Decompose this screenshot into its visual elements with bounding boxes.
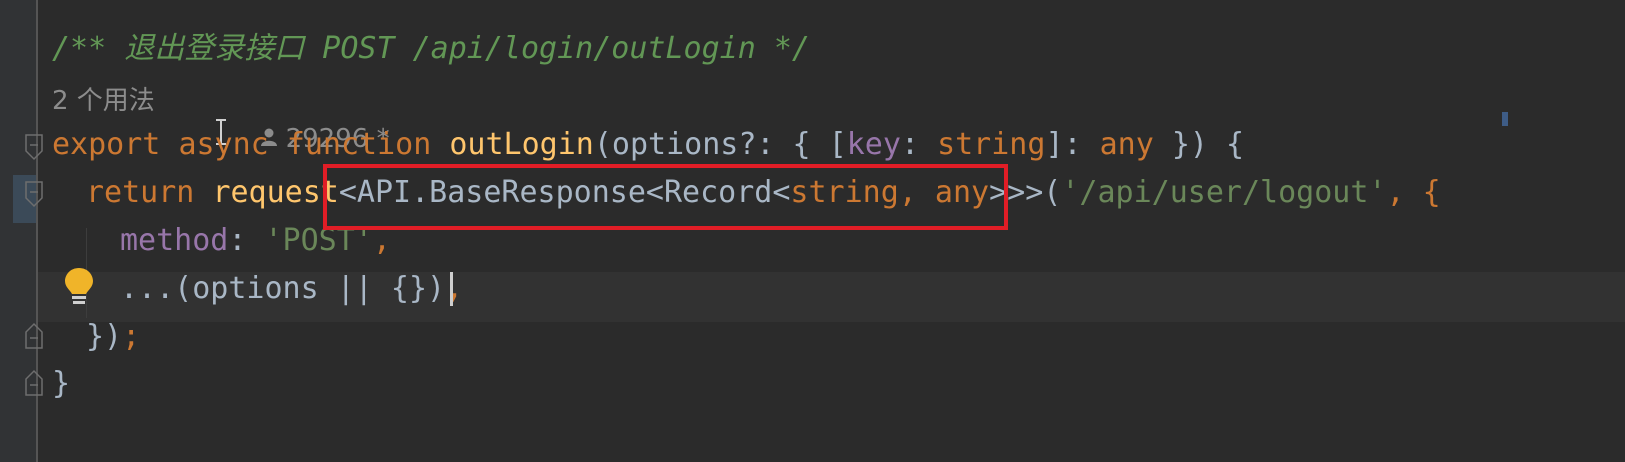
doc-comment: /** 退出登录接口 POST /api/login/outLogin */	[52, 31, 810, 66]
text-caret	[450, 272, 453, 306]
method-colon: :	[228, 223, 265, 258]
generic-close: >>>	[989, 175, 1044, 210]
generic-string: string	[790, 175, 899, 210]
lightbulb-icon[interactable]	[62, 266, 96, 306]
spread-comma: ,	[445, 271, 464, 306]
close-brace: }	[52, 366, 71, 401]
code-line-function-signature[interactable]: export async function outLogin(options?:…	[52, 126, 1244, 164]
params-bracket: ]:	[1045, 127, 1100, 162]
fold-icon[interactable]	[24, 133, 44, 161]
usages-hint[interactable]: 2 个用法	[52, 82, 155, 120]
index-key: key	[846, 127, 901, 162]
code-line-return[interactable]: return request<API.BaseResponse<Record<s…	[86, 174, 1441, 212]
call-tail: , {	[1386, 175, 1441, 210]
call-paren: (	[1043, 175, 1062, 210]
method-value: 'POST'	[264, 223, 373, 258]
type-string: string	[937, 127, 1046, 162]
spread-options: ...(options || {})	[120, 271, 446, 306]
params-colon: :	[900, 127, 938, 162]
function-name: outLogin	[449, 127, 594, 162]
code-line-close-function[interactable]: }	[52, 365, 70, 403]
params-close: }) {	[1153, 127, 1245, 162]
fold-icon[interactable]	[24, 180, 44, 208]
params-open: (options?: { [	[593, 127, 847, 162]
property-method: method	[120, 223, 229, 258]
code-line-close-call[interactable]: });	[86, 318, 140, 356]
fold-icon[interactable]	[24, 369, 44, 397]
function-request: request	[212, 175, 339, 210]
semicolon: ;	[122, 319, 141, 354]
type-any: any	[1099, 127, 1154, 162]
scrollbar-marker[interactable]	[1502, 112, 1508, 126]
generic-any: any	[934, 175, 990, 210]
code-line-method[interactable]: method: 'POST',	[120, 222, 391, 260]
code-line-spread[interactable]: ...(options || {}),	[120, 270, 463, 308]
keyword-export: export	[52, 127, 161, 162]
url-string: '/api/user/logout'	[1061, 175, 1387, 210]
close-call: })	[86, 319, 123, 354]
keyword-return: return	[86, 175, 195, 210]
generic-type: <API.BaseResponse<Record<	[338, 175, 791, 210]
method-comma: ,	[372, 223, 391, 258]
keyword-function: function	[286, 127, 432, 162]
code-editor[interactable]: /** 退出登录接口 POST /api/login/outLogin */ 2…	[0, 0, 1625, 462]
keyword-async: async	[178, 127, 269, 162]
generic-comma: ,	[898, 175, 935, 210]
fold-icon[interactable]	[24, 322, 44, 350]
